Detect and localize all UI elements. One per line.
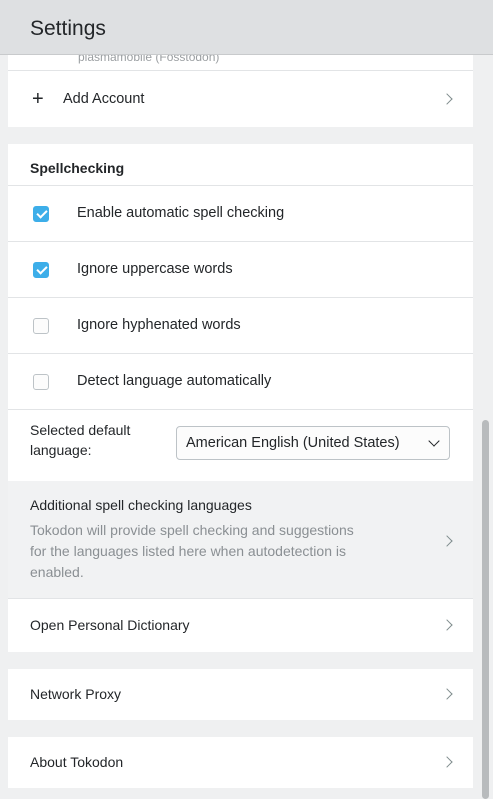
option-label: Detect language automatically [77,373,272,389]
option-label: Ignore hyphenated words [77,317,241,333]
chevron-right-icon [441,93,453,105]
spellchecking-section-header: Spellchecking [8,144,473,186]
add-account-button[interactable]: + Add Account [8,71,473,127]
chevron-down-icon [428,435,440,447]
checkbox-enable-spellcheck[interactable] [33,206,49,222]
additional-languages-item[interactable]: Additional spell checking languages Toko… [8,481,473,599]
default-language-value: American English (United States) [186,435,400,451]
open-personal-dictionary-item[interactable]: Open Personal Dictionary [8,599,473,652]
default-language-combobox[interactable]: American English (United States) [176,426,450,460]
account-item[interactable]: plasmamobile (Fosstodon) [8,54,473,71]
option-enable-spellcheck[interactable]: Enable automatic spell checking [8,186,473,242]
chevron-right-icon [441,535,453,547]
option-ignore-hyphenated[interactable]: Ignore hyphenated words [8,298,473,354]
settings-view[interactable]: plasmamobile (Fosstodon) + Add Account S… [8,54,473,799]
default-language-label-line1: Selected default [30,422,131,438]
network-proxy-label: Network Proxy [30,686,122,702]
account-label: plasmamobile (Fosstodon) [78,54,220,64]
option-detect-language[interactable]: Detect language automatically [8,354,473,410]
additional-languages-title: Additional spell checking languages [30,497,252,513]
chevron-right-icon [441,756,453,768]
additional-languages-description: Tokodon will provide spell checking and … [30,522,354,580]
spellchecking-card: Spellchecking Enable automatic spell che… [8,144,473,652]
about-item[interactable]: About Tokodon [8,737,473,788]
checkbox-ignore-uppercase[interactable] [33,262,49,278]
option-label: Enable automatic spell checking [77,205,285,221]
page-title: Settings [30,17,106,40]
add-account-label: Add Account [63,91,145,107]
network-proxy-item[interactable]: Network Proxy [8,669,473,720]
section-title: Spellchecking [30,160,125,176]
chevron-right-icon [441,619,453,631]
open-dictionary-label: Open Personal Dictionary [30,617,190,633]
default-language-label-line2: language: [30,442,92,458]
checkbox-detect-language[interactable] [33,374,49,390]
about-label: About Tokodon [30,754,124,770]
settings-header: Settings [0,0,493,55]
plus-icon: + [32,88,44,110]
option-ignore-uppercase[interactable]: Ignore uppercase words [8,242,473,298]
chevron-right-icon [441,688,453,700]
option-label: Ignore uppercase words [77,261,233,277]
accounts-card: plasmamobile (Fosstodon) + Add Account [8,54,473,127]
scrollbar-thumb[interactable] [482,420,489,799]
checkbox-ignore-hyphenated[interactable] [33,318,49,334]
